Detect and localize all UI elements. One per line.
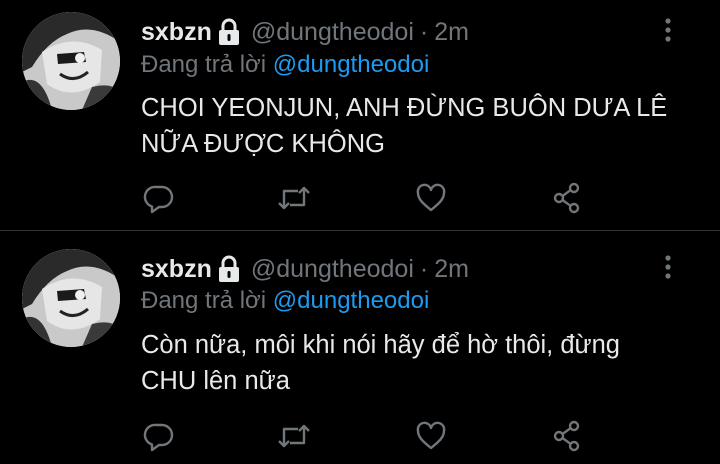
reply-context: Đang trả lời @dungtheodoi xyxy=(141,287,429,315)
share-button[interactable] xyxy=(549,416,585,456)
lock-icon xyxy=(217,254,241,284)
share-button[interactable] xyxy=(549,178,585,218)
tweet-text: CHOI YEONJUN, ANH ĐỪNG BUÔN DƯA LÊ NỮA Đ… xyxy=(141,94,668,158)
tweet[interactable]: sxbzn @dungtheodoi · 2m Đang trả lời @du… xyxy=(0,0,720,230)
more-vertical-icon[interactable] xyxy=(660,253,676,283)
separator-dot: · xyxy=(419,17,429,46)
like-icon xyxy=(416,183,446,212)
timestamp[interactable]: 2m xyxy=(434,255,469,284)
avatar[interactable] xyxy=(22,249,120,347)
display-name[interactable]: sxbzn xyxy=(141,18,212,47)
avatar-image xyxy=(22,12,120,110)
like-icon xyxy=(416,421,446,450)
reply-button[interactable] xyxy=(141,416,177,456)
reply-button[interactable] xyxy=(141,178,177,218)
share-icon xyxy=(553,420,580,452)
divider xyxy=(0,230,720,231)
share-icon xyxy=(553,182,580,214)
avatar-image xyxy=(22,249,120,347)
display-name[interactable]: sxbzn xyxy=(141,255,212,284)
reply-icon xyxy=(143,423,174,452)
tweet-text: Còn nữa, môi khi nói hãy để hờ thôi, đừn… xyxy=(141,331,620,395)
reply-icon xyxy=(143,185,174,214)
handle[interactable]: @dungtheodoi xyxy=(251,255,414,284)
reply-prefix: Đang trả lời xyxy=(141,51,267,78)
reply-prefix: Đang trả lời xyxy=(141,287,267,314)
like-button[interactable] xyxy=(413,178,449,218)
tweet-header: sxbzn @dungtheodoi · 2m xyxy=(141,251,469,287)
tweet[interactable]: sxbzn @dungtheodoi · 2m Đang trả lời @du… xyxy=(0,233,720,464)
retweet-icon xyxy=(278,186,310,210)
reply-mention[interactable]: @dungtheodoi xyxy=(273,51,430,78)
tweet-header: sxbzn @dungtheodoi · 2m xyxy=(141,14,469,50)
action-bar xyxy=(141,178,601,218)
retweet-button[interactable] xyxy=(276,416,312,456)
separator-dot: · xyxy=(419,254,429,283)
action-bar xyxy=(141,416,601,456)
retweet-icon xyxy=(278,424,310,448)
lock-icon xyxy=(217,17,241,47)
handle[interactable]: @dungtheodoi xyxy=(251,18,414,47)
reply-mention[interactable]: @dungtheodoi xyxy=(273,287,430,314)
retweet-button[interactable] xyxy=(276,178,312,218)
timestamp[interactable]: 2m xyxy=(434,18,469,47)
more-vertical-icon[interactable] xyxy=(660,16,676,46)
reply-context: Đang trả lời @dungtheodoi xyxy=(141,51,429,79)
like-button[interactable] xyxy=(413,416,449,456)
avatar[interactable] xyxy=(22,12,120,110)
